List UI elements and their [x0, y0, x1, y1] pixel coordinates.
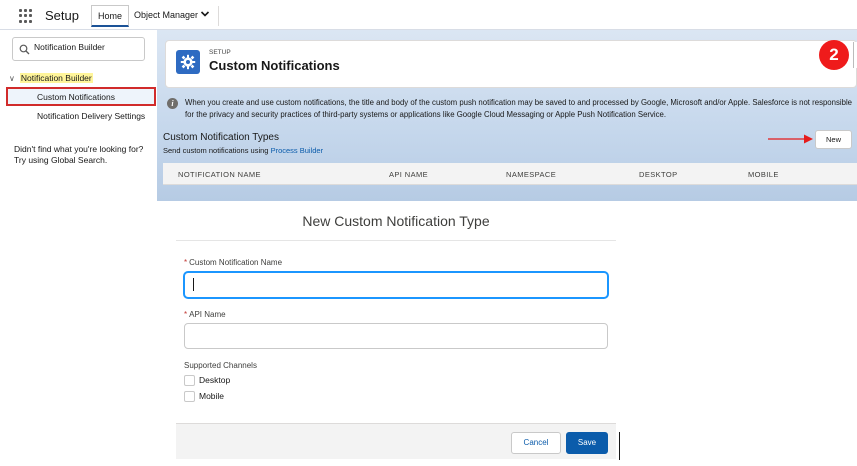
name-field-label: * Custom Notification Name: [184, 258, 282, 267]
new-button[interactable]: New: [815, 130, 852, 149]
required-indicator: *: [184, 310, 188, 319]
api-name-input[interactable]: [184, 323, 608, 349]
tab-home[interactable]: Home: [91, 5, 129, 27]
tree-node-label: Notification Builder: [19, 73, 93, 83]
column-header-mobile[interactable]: MOBILE: [748, 170, 779, 179]
mouse-cursor: [619, 432, 620, 460]
global-header: Setup Home Object Manager: [0, 0, 857, 30]
api-name-field-label: * API Name: [184, 310, 226, 319]
quick-find-search[interactable]: Notification Builder: [12, 37, 145, 61]
text-cursor: [193, 278, 194, 291]
desktop-checkbox[interactable]: [184, 375, 195, 386]
mobile-checkbox[interactable]: [184, 391, 195, 402]
label-text: API Name: [189, 310, 226, 319]
step-badge: 2: [819, 40, 849, 70]
mobile-checkbox-label[interactable]: Mobile: [199, 391, 224, 401]
tree-node-notification-builder[interactable]: ∨ Notification Builder: [9, 73, 93, 83]
screen: Setup Home Object Manager Notification B…: [0, 0, 857, 466]
column-header-desktop[interactable]: DESKTOP: [639, 170, 678, 179]
tab-divider: [218, 6, 219, 26]
column-header-namespace[interactable]: NAMESPACE: [506, 170, 556, 179]
subtitle-text: Send custom notifications using: [163, 146, 269, 155]
clipped-edge: [853, 42, 857, 68]
help-text: Didn't find what you're looking for?: [14, 144, 144, 154]
search-input[interactable]: Notification Builder: [34, 42, 105, 52]
info-message: When you create and use custom notificat…: [185, 98, 853, 119]
section-title: Custom Notification Types: [163, 132, 279, 143]
app-launcher-icon[interactable]: [19, 9, 33, 23]
setup-gear-icon: [176, 50, 200, 74]
modal-title: New Custom Notification Type: [302, 213, 490, 229]
required-indicator: *: [184, 258, 188, 267]
cancel-button[interactable]: Cancel: [511, 432, 561, 454]
chevron-down-icon[interactable]: [200, 9, 210, 19]
sidebar-item-notification-delivery-settings[interactable]: Notification Delivery Settings: [37, 111, 145, 121]
chevron-down-icon[interactable]: ∨: [9, 74, 15, 83]
sidebar-item-custom-notifications[interactable]: Custom Notifications: [6, 87, 156, 106]
column-header-api-name[interactable]: API NAME: [389, 170, 428, 179]
search-icon: [19, 44, 30, 55]
notification-name-input[interactable]: [184, 272, 608, 298]
page-title: Custom Notifications: [209, 58, 340, 73]
help-text-global-search: Try using Global Search.: [14, 155, 108, 165]
column-header-notification-name[interactable]: NOTIFICATION NAME: [178, 170, 261, 179]
table-header: NOTIFICATION NAME API NAME NAMESPACE DES…: [163, 163, 857, 185]
tab-object-manager[interactable]: Object Manager: [134, 10, 198, 20]
desktop-checkbox-label[interactable]: Desktop: [199, 375, 230, 385]
sidebar-item-label: Custom Notifications: [37, 92, 115, 102]
label-text: Custom Notification Name: [189, 258, 283, 267]
save-button[interactable]: Save: [566, 432, 608, 454]
modal-divider: [176, 240, 616, 241]
info-icon: i: [167, 98, 178, 109]
supported-channels-label: Supported Channels: [184, 361, 257, 370]
section-subtitle: Send custom notifications using Process …: [163, 146, 323, 155]
page-eyebrow: SETUP: [209, 49, 231, 56]
arrow-right-icon: [768, 134, 813, 144]
process-builder-link[interactable]: Process Builder: [271, 146, 324, 155]
app-name: Setup: [45, 8, 79, 23]
